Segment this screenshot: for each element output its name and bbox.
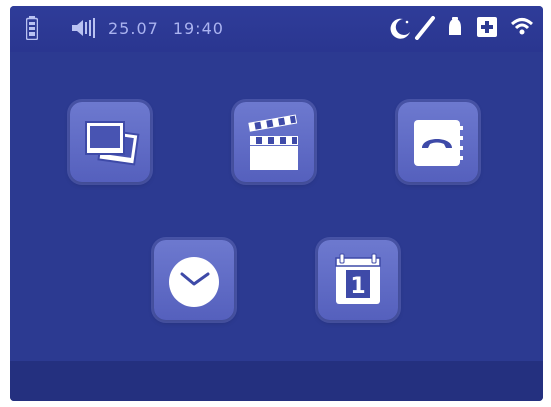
phonebook-tile[interactable] (398, 102, 478, 182)
speaker-icon (72, 18, 95, 38)
date-time-display: 25.07 19:40 (108, 19, 224, 38)
time-text: 19:40 (172, 19, 224, 38)
plus-box-icon (477, 17, 497, 37)
calendar-icon: 1 (335, 253, 381, 304)
pen-icon (415, 16, 435, 40)
bottom-bar (10, 361, 543, 401)
photos-tile[interactable] (70, 102, 150, 182)
phonebook-icon (414, 120, 463, 166)
clapperboard-icon (248, 114, 298, 170)
calendar-tile[interactable]: 1 (318, 240, 398, 320)
clock-tile[interactable] (154, 240, 234, 320)
status-bar: 25.07 19:40 (10, 6, 543, 52)
date-text: 25.07 (108, 19, 159, 38)
wifi-icon (510, 18, 534, 35)
screen: 25.07 19:40 1 (10, 6, 543, 401)
video-tile[interactable] (234, 102, 314, 182)
clock-icon (169, 257, 219, 307)
bell-icon (449, 17, 461, 35)
battery-icon (26, 16, 38, 40)
calendar-day-text: 1 (350, 274, 365, 299)
photos-icon (85, 121, 140, 166)
device-frame: 25.07 19:40 1 (4, 6, 545, 401)
moon-icon (390, 18, 410, 39)
